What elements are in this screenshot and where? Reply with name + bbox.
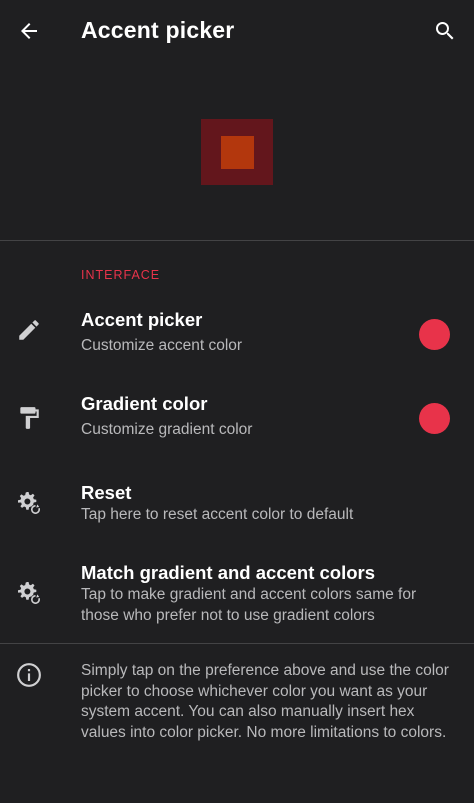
paint-roller-icon	[14, 403, 44, 433]
search-button[interactable]	[428, 14, 462, 48]
accent-color-swatch[interactable]	[419, 319, 450, 350]
settings-backup-restore-icon	[14, 488, 44, 518]
app-bar: Accent picker	[0, 0, 474, 64]
divider	[0, 643, 474, 644]
pref-summary: Tap here to reset accent color to defaul…	[81, 506, 354, 523]
pref-summary: Customize gradient color	[81, 421, 253, 438]
arrow-back-icon	[21, 23, 37, 39]
search-icon	[436, 22, 454, 40]
settings-backup-restore-icon	[14, 578, 44, 608]
pref-match-colors[interactable]: Match gradient and accent colors Tap to …	[0, 552, 474, 636]
gradient-color-swatch[interactable]	[419, 403, 450, 434]
info-description: Simply tap on the preference above and u…	[81, 662, 449, 741]
accent-preview-inner	[221, 136, 254, 169]
pref-title: Gradient color	[81, 393, 208, 414]
info-icon	[17, 663, 41, 687]
pref-accent-picker[interactable]: Accent picker Customize accent color	[0, 298, 474, 370]
pref-title: Accent picker	[81, 309, 203, 330]
pref-reset[interactable]: Reset Tap here to reset accent color to …	[0, 470, 474, 540]
pref-summary: Tap to make gradient and accent colors s…	[81, 586, 417, 624]
pref-gradient-color[interactable]: Gradient color Customize gradient color	[0, 382, 474, 454]
pencil-icon	[14, 315, 44, 345]
back-button[interactable]	[12, 14, 46, 48]
pref-summary: Customize accent color	[81, 337, 243, 354]
pref-title: Reset	[81, 482, 132, 503]
accent-preview	[201, 119, 273, 185]
divider	[0, 240, 474, 241]
pref-title: Match gradient and accent colors	[81, 562, 376, 583]
page-title: Accent picker	[81, 17, 235, 43]
section-header-interface: INTERFACE	[81, 268, 161, 282]
